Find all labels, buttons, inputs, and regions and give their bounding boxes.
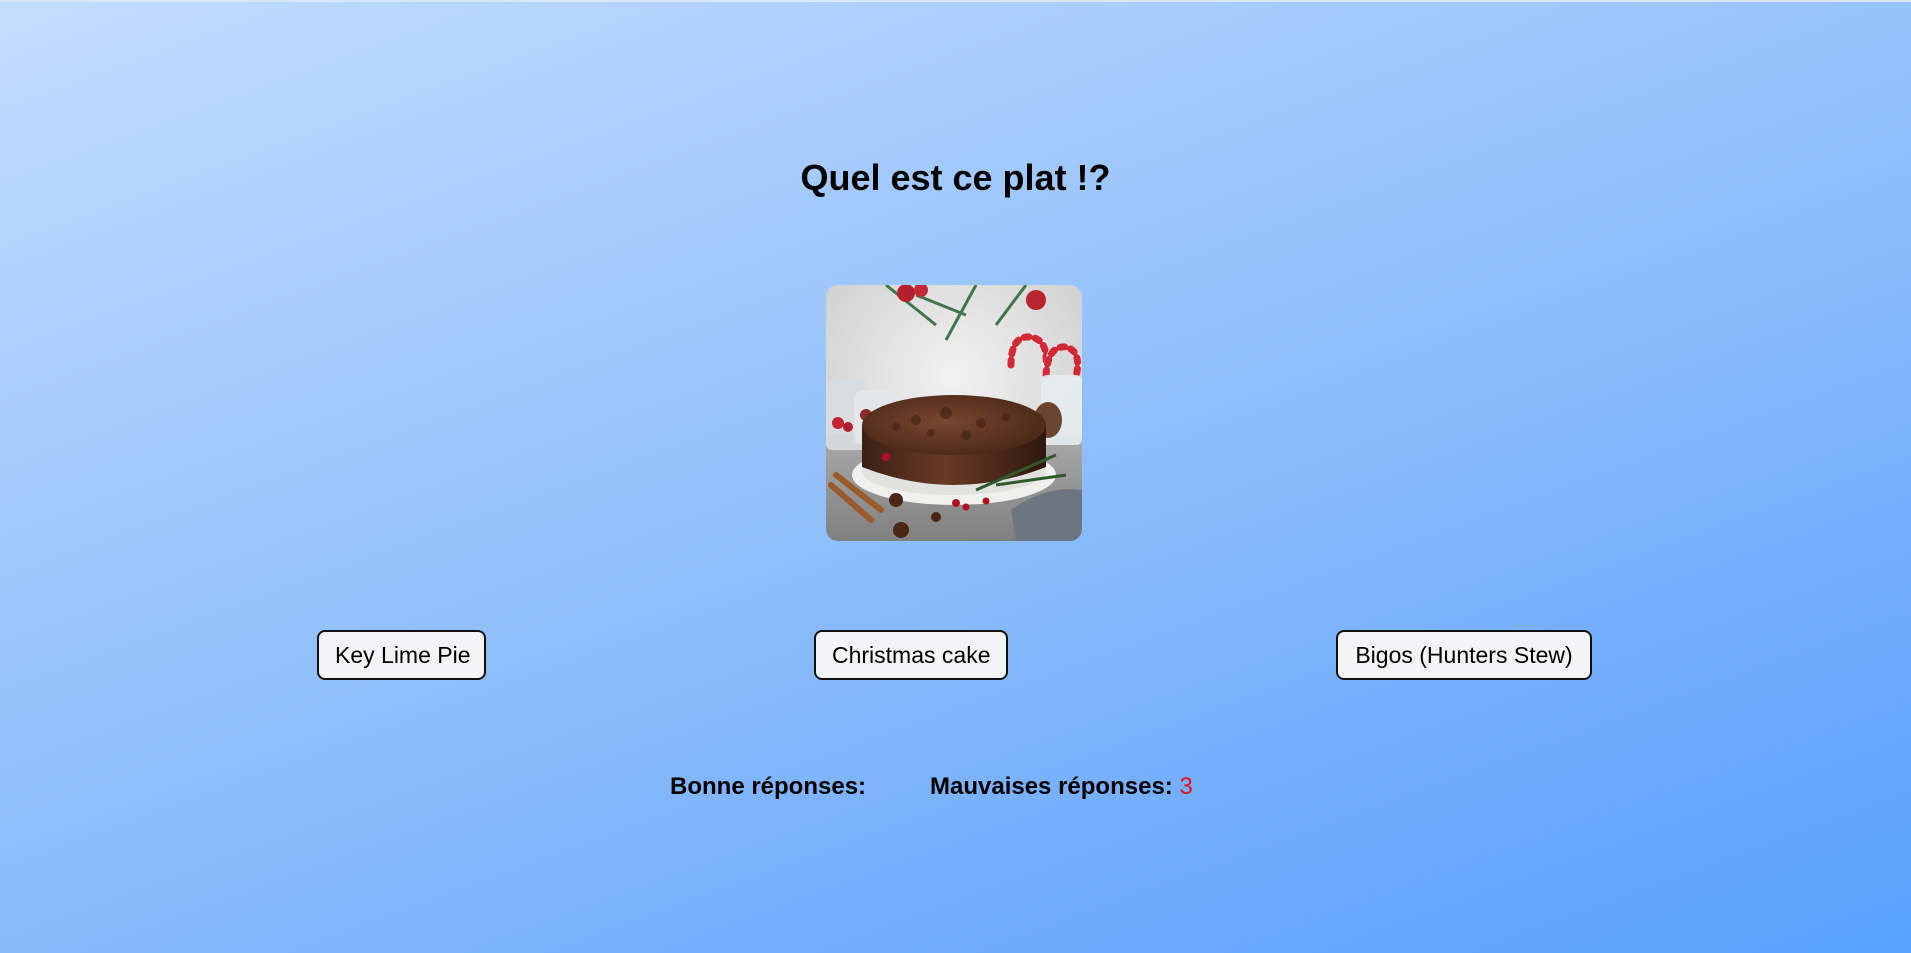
answer-button-christmas-cake[interactable]: Christmas cake [814,630,1008,680]
window-top-border [0,0,1911,2]
good-answers-label: Bonne réponses: [670,773,867,800]
bad-answers-count: 3 [1179,773,1193,800]
answer-button-bigos[interactable]: Bigos (Hunters Stew) [1336,630,1592,680]
dish-photo [826,285,1082,541]
good-answers-score: Bonne réponses: [670,770,866,804]
quiz-title: Quel est ce plat !? [800,157,1111,198]
answer-button-key-lime-pie[interactable]: Key Lime Pie [317,630,486,680]
bad-answers-label: Mauvaises réponses: [930,773,1173,800]
bad-answers-score: Mauvaises réponses: 3 [930,770,1193,804]
